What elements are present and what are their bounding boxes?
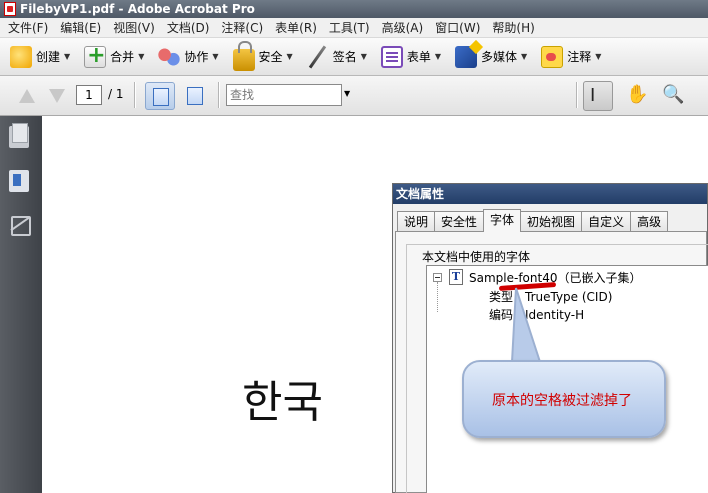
- pen-icon: [307, 46, 329, 68]
- chevron-down-icon: ▼: [360, 52, 367, 61]
- menu-help[interactable]: 帮助(H): [486, 19, 540, 36]
- multimedia-icon: [455, 45, 478, 68]
- text-cursor-icon: I: [590, 85, 596, 106]
- toolbar-divider: [134, 82, 135, 108]
- document-properties-dialog: 文档属性 说明 安全性 字体 初始视图 自定义 高级 本文档中使用的字体 T S…: [392, 183, 708, 493]
- find-dropdown-icon[interactable]: ▼: [344, 89, 350, 98]
- select-tool-button[interactable]: I: [583, 81, 613, 111]
- hand-icon: ✋: [626, 84, 649, 105]
- comment-button[interactable]: 注释 ▼: [539, 42, 603, 72]
- secure-button[interactable]: 安全 ▼: [231, 40, 295, 72]
- lock-icon: [232, 40, 255, 71]
- window-title-bar: FilebyVP1.pdf - Adobe Acrobat Pro: [0, 0, 708, 18]
- dialog-tabs: 说明 安全性 字体 初始视图 自定义 高级: [397, 209, 669, 232]
- dialog-title: 文档属性: [393, 184, 707, 204]
- tab-fonts[interactable]: 字体: [483, 209, 522, 232]
- font-encoding: 编码：Identity-H: [489, 308, 585, 322]
- pages-panel-icon[interactable]: [9, 123, 29, 148]
- window-title: FilebyVP1.pdf - Adobe Acrobat Pro: [20, 2, 255, 16]
- group-title: 本文档中使用的字体: [419, 248, 534, 265]
- find-input[interactable]: 查找: [226, 84, 342, 106]
- chevron-down-icon: ▼: [212, 52, 219, 61]
- combine-icon: [84, 43, 107, 68]
- fit-width-button[interactable]: [145, 82, 175, 110]
- task-toolbar: 创建 ▼ 合并 ▼ 协作 ▼ 安全 ▼ 签名 ▼ 表单 ▼ 多媒体 ▼ 注释 ▼: [0, 38, 708, 76]
- pdf-file-icon: [4, 2, 16, 16]
- menu-window[interactable]: 窗口(W): [429, 19, 486, 36]
- menu-document[interactable]: 文档(D): [161, 19, 216, 36]
- signatures-panel-icon[interactable]: [9, 214, 31, 236]
- menu-view[interactable]: 视图(V): [107, 19, 161, 36]
- fit-page-button[interactable]: [180, 82, 210, 110]
- toolbar-divider: [576, 82, 577, 108]
- form-icon: [380, 45, 403, 68]
- fit-page-icon: [187, 87, 203, 105]
- tab-advanced[interactable]: 高级: [630, 211, 669, 232]
- annotation-callout: 原本的空格被过滤掉了: [462, 360, 666, 438]
- previous-page-icon[interactable]: [16, 85, 38, 107]
- chevron-down-icon: ▼: [521, 52, 528, 61]
- comment-icon: [541, 45, 564, 68]
- chevron-down-icon: ▼: [434, 52, 442, 61]
- forms-button[interactable]: 表单 ▼: [379, 42, 443, 72]
- tab-description[interactable]: 说明: [397, 211, 436, 232]
- tab-initial-view[interactable]: 初始视图: [520, 211, 583, 232]
- document-text: 한국: [242, 377, 323, 428]
- menu-file[interactable]: 文件(F): [2, 19, 54, 36]
- collaborate-button[interactable]: 协作 ▼: [156, 42, 220, 72]
- tab-custom[interactable]: 自定义: [581, 211, 632, 232]
- page-number-input[interactable]: 1: [76, 85, 102, 105]
- menu-comments[interactable]: 注释(C): [215, 19, 269, 36]
- menu-tools[interactable]: 工具(T): [323, 19, 376, 36]
- sign-button[interactable]: 签名 ▼: [305, 42, 369, 72]
- multimedia-button[interactable]: 多媒体 ▼: [453, 42, 529, 72]
- fit-width-icon: [153, 88, 169, 106]
- chevron-down-icon: ▼: [286, 52, 293, 61]
- zoom-tool-button[interactable]: 🔍: [656, 81, 686, 111]
- navigation-toolbar: 1 / 1 查找 ▼ I ✋ 🔍: [0, 76, 708, 116]
- menu-forms[interactable]: 表单(R): [269, 19, 323, 36]
- toolbar-divider: [218, 82, 219, 108]
- navigation-pane: [0, 116, 42, 493]
- next-page-icon[interactable]: [46, 85, 68, 107]
- menu-bar: 文件(F) 编辑(E) 视图(V) 文档(D) 注释(C) 表单(R) 工具(T…: [0, 18, 708, 38]
- bookmarks-panel-icon[interactable]: [9, 170, 29, 192]
- magnifier-icon: 🔍: [662, 84, 685, 105]
- tree-connector: [437, 282, 438, 312]
- collaborate-icon: [158, 45, 181, 68]
- callout-text: 原本的空格被过滤掉了: [492, 393, 632, 409]
- font-type: 类型：TrueType (CID): [489, 290, 613, 304]
- chevron-down-icon: ▼: [595, 52, 602, 61]
- combine-button[interactable]: 合并 ▼: [82, 42, 146, 72]
- page-total: / 1: [108, 87, 124, 101]
- chevron-down-icon: ▼: [64, 52, 71, 61]
- menu-advanced[interactable]: 高级(A): [376, 19, 430, 36]
- menu-edit[interactable]: 编辑(E): [54, 19, 107, 36]
- chevron-down-icon: ▼: [138, 52, 145, 61]
- create-icon: [10, 45, 32, 68]
- create-button[interactable]: 创建 ▼: [8, 42, 72, 72]
- truetype-font-icon: T: [449, 269, 463, 285]
- hand-tool-button[interactable]: ✋: [620, 81, 650, 111]
- tab-security[interactable]: 安全性: [434, 211, 485, 232]
- collapse-icon[interactable]: [433, 273, 442, 282]
